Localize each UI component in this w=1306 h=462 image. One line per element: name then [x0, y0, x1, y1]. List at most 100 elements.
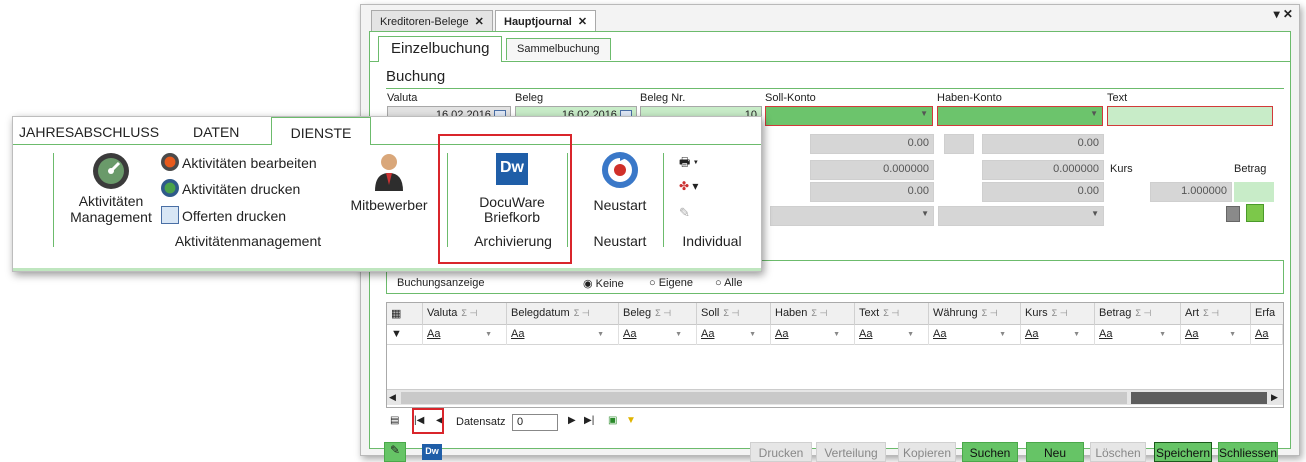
sigma-icon[interactable]: Σ ⊣ [1052, 308, 1068, 318]
haben-select-2[interactable]: ▼ [938, 206, 1104, 226]
filter-text[interactable]: Aa ▼ [855, 325, 929, 345]
tab-daten[interactable]: DATEN [193, 117, 239, 145]
filter-waehrung[interactable]: Aa ▼ [929, 325, 1021, 345]
tab-dienste[interactable]: DIENSTE [271, 117, 371, 145]
tab-einzelbuchung[interactable]: Einzelbuchung [378, 36, 503, 62]
button-label: Aktivitäten Management [70, 193, 152, 225]
sigma-icon[interactable]: Σ ⊣ [1135, 308, 1151, 318]
sigma-icon[interactable]: Σ ⊣ [655, 308, 671, 318]
export-icon[interactable]: ▣ [608, 415, 617, 426]
record-number-input[interactable]: 0 [512, 414, 558, 431]
filter-beleg[interactable]: Aa ▼ [619, 325, 697, 345]
column-waehrung[interactable]: Währung Σ ⊣ [929, 303, 1021, 325]
filter-kurs[interactable]: Aa ▼ [1021, 325, 1095, 345]
tab-hauptjournal[interactable]: Hauptjournal ✕ [495, 10, 597, 32]
filter-betrag[interactable]: Aa ▼ [1095, 325, 1181, 345]
haben-amount-field[interactable]: 0.00 [982, 134, 1104, 154]
radio-keine[interactable]: ◉ Keine [583, 277, 624, 290]
label-text: Text [1107, 92, 1128, 104]
kopieren-button[interactable]: Kopieren [898, 442, 956, 462]
tab-jahresabschluss[interactable]: JAHRESABSCHLUSS [19, 117, 159, 145]
edit-doc-icon[interactable]: ✎ [679, 205, 690, 221]
verteilung-button[interactable]: Verteilung [816, 442, 886, 462]
column-haben[interactable]: Haben Σ ⊣ [771, 303, 855, 325]
docuware-icon[interactable]: Dw [422, 444, 442, 460]
tools-icon[interactable]: ✎ [384, 442, 406, 462]
filter-haben[interactable]: Aa ▼ [771, 325, 855, 345]
grid-layout-icon[interactable]: ▤ [390, 415, 399, 426]
kurs-field[interactable]: 1.000000 [1150, 182, 1232, 202]
window-controls[interactable]: ▾ ✕ [1274, 7, 1293, 21]
soll-konto-select[interactable]: ▼ [765, 106, 933, 126]
sigma-icon[interactable]: Σ ⊣ [1203, 308, 1219, 318]
scroll-right-icon[interactable]: ▶ [1271, 392, 1278, 403]
soll-total-field[interactable]: 0.00 [810, 182, 934, 202]
sigma-icon[interactable]: Σ ⊣ [811, 308, 827, 318]
sigma-icon[interactable]: Σ ⊣ [723, 308, 739, 318]
note-icon[interactable] [1246, 204, 1264, 222]
aktivitaeten-bearbeiten-button[interactable]: Aktivitäten bearbeiten [161, 153, 317, 171]
calculator-icon[interactable] [1226, 206, 1240, 222]
close-icon[interactable]: ✕ [578, 16, 587, 28]
aktivitaeten-management-button[interactable]: Aktivitäten Management [69, 149, 153, 249]
speichern-button[interactable]: Speichern [1154, 442, 1212, 462]
sigma-icon[interactable]: Σ ⊣ [982, 308, 998, 318]
haben-konto-select[interactable]: ▼ [937, 106, 1103, 126]
text-field[interactable] [1107, 106, 1273, 126]
column-text[interactable]: Text Σ ⊣ [855, 303, 929, 325]
filter-icon[interactable]: ▼ [626, 415, 636, 426]
column-valuta[interactable]: Valuta Σ ⊣ [423, 303, 507, 325]
column-kurs[interactable]: Kurs Σ ⊣ [1021, 303, 1095, 325]
grid-header: ▦ Valuta Σ ⊣ Belegdatum Σ ⊣ Beleg Σ ⊣ Soll Σ… [387, 303, 1283, 325]
filter-icon[interactable]: ▼ [387, 325, 423, 345]
loeschen-button[interactable]: Löschen [1090, 442, 1146, 462]
mitbewerber-button[interactable]: Mitbewerber [341, 149, 437, 229]
next-record-icon[interactable]: ▶ [568, 415, 576, 426]
neustart-button[interactable]: Neustart [579, 149, 661, 229]
scrollbar-track[interactable] [401, 392, 1127, 404]
column-label: Erfa [1255, 307, 1276, 319]
soll-select-2[interactable]: ▼ [770, 206, 934, 226]
column-belegdatum[interactable]: Belegdatum Σ ⊣ [507, 303, 619, 325]
filter-erfa[interactable]: Aa [1251, 325, 1283, 345]
column-soll[interactable]: Soll Σ ⊣ [697, 303, 771, 325]
drucken-button[interactable]: Drucken [750, 442, 812, 462]
column-betrag[interactable]: Betrag Σ ⊣ [1095, 303, 1181, 325]
horizontal-scrollbar[interactable]: ◀ ▶ [387, 389, 1283, 405]
column-art[interactable]: Art Σ ⊣ [1181, 303, 1251, 325]
print-activity-icon [161, 179, 179, 197]
scrollbar-thumb[interactable] [1131, 392, 1267, 404]
filter-belegdatum[interactable]: Aa ▼ [507, 325, 619, 345]
filter-art[interactable]: Aa ▼ [1181, 325, 1251, 345]
aktivitaeten-drucken-button[interactable]: Aktivitäten drucken [161, 179, 300, 197]
neu-button[interactable]: Neu [1026, 442, 1084, 462]
soll-rate-field[interactable]: 0.000000 [810, 160, 934, 180]
sigma-icon[interactable]: Σ ⊣ [461, 308, 477, 318]
schliessen-button[interactable]: Schliessen [1218, 442, 1278, 462]
column-erfa[interactable]: Erfa [1251, 303, 1283, 325]
tab-sammelbuchung[interactable]: Sammelbuchung [506, 38, 611, 60]
filter-soll[interactable]: Aa ▼ [697, 325, 771, 345]
gray-field[interactable] [944, 134, 974, 154]
column-chooser-icon[interactable]: ▦ [387, 303, 423, 325]
sigma-icon[interactable]: Σ ⊣ [883, 308, 899, 318]
haben-total-field[interactable]: 0.00 [982, 182, 1104, 202]
last-record-icon[interactable]: ▶| [584, 415, 594, 426]
tab-kreditoren-belege[interactable]: Kreditoren-Belege ✕ [371, 10, 493, 32]
users-dropdown[interactable]: ✤ ▾ [679, 179, 698, 193]
journal-grid: ▦ Valuta Σ ⊣ Belegdatum Σ ⊣ Beleg Σ ⊣ Soll Σ… [386, 302, 1284, 408]
chevron-down-icon: ▼ [1090, 109, 1098, 118]
filter-valuta[interactable]: Aa ▼ [423, 325, 507, 345]
haben-rate-field[interactable]: 0.000000 [982, 160, 1104, 180]
close-icon[interactable]: ✕ [475, 16, 484, 28]
soll-amount-field[interactable]: 0.00 [810, 134, 934, 154]
print-dropdown[interactable]: 🖶 ▾ [679, 153, 698, 174]
scroll-left-icon[interactable]: ◀ [389, 392, 396, 403]
offerten-drucken-button[interactable]: Offerten drucken [161, 206, 286, 224]
radio-alle[interactable]: ○ Alle [715, 277, 742, 289]
suchen-button[interactable]: Suchen [962, 442, 1018, 462]
radio-eigene[interactable]: ○ Eigene [649, 277, 693, 289]
column-beleg[interactable]: Beleg Σ ⊣ [619, 303, 697, 325]
betrag-field[interactable] [1234, 182, 1274, 202]
sigma-icon[interactable]: Σ ⊣ [574, 308, 590, 318]
